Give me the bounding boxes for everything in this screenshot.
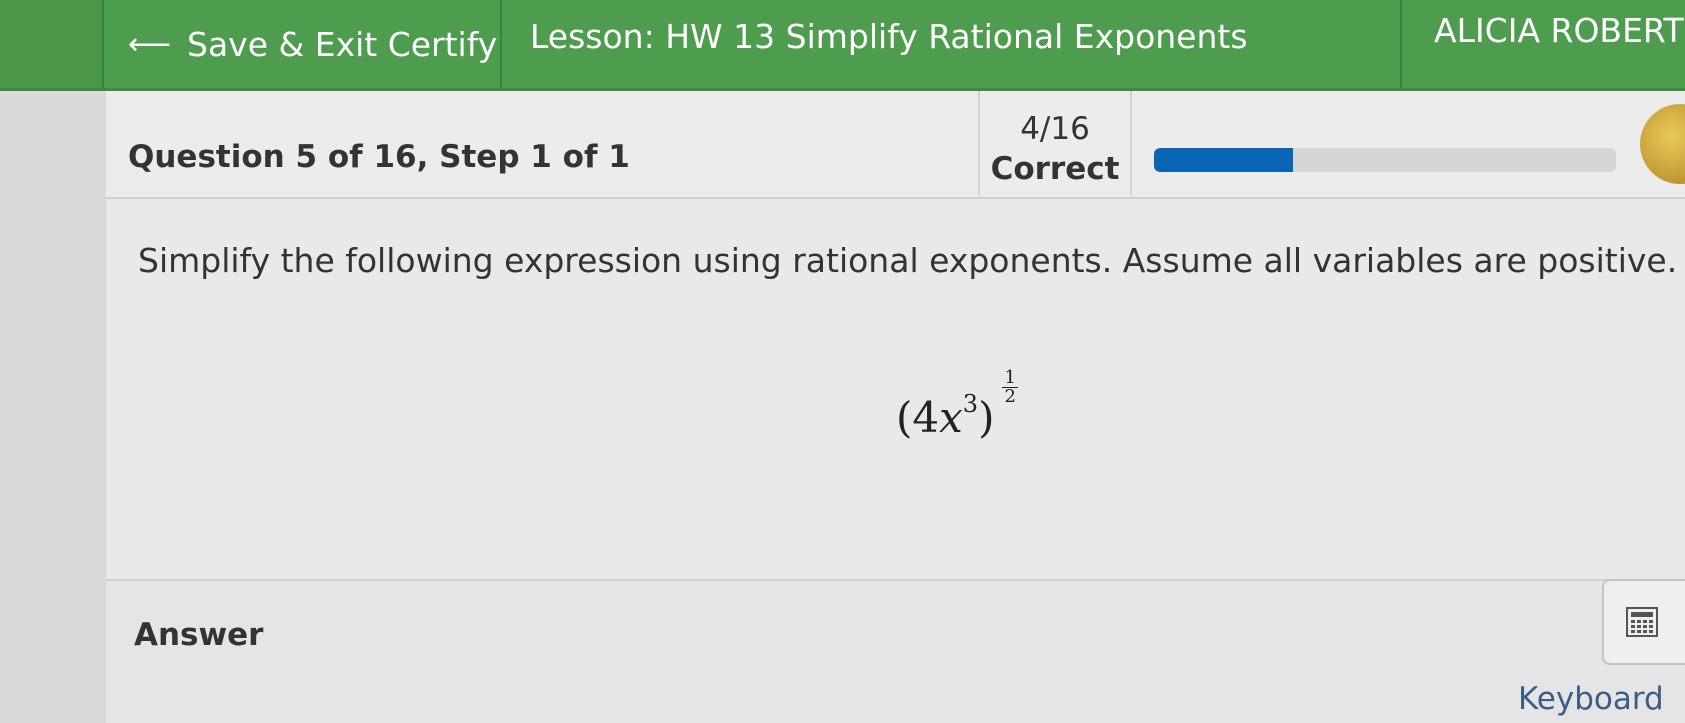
math-expression: (4x3) 1 2: [896, 369, 1018, 442]
calculator-icon: [1626, 607, 1658, 637]
question-body: Simplify the following expression using …: [106, 199, 1685, 581]
expr-inner-exponent: 3: [962, 390, 979, 418]
nav-left-edge: [0, 0, 104, 88]
question-prompt: Simplify the following expression using …: [138, 241, 1678, 280]
expr-variable: x: [939, 393, 963, 442]
answer-area: Answer Keyboard: [106, 579, 1685, 723]
top-nav-bar: ⟵ Save & Exit Certify Lesson: HW 13 Simp…: [0, 0, 1685, 91]
progress-bar-fill: [1154, 148, 1293, 172]
progress-bar: [1154, 148, 1616, 172]
save-exit-label: Save & Exit Certify: [187, 24, 498, 64]
question-header: Question 5 of 16, Step 1 of 1 4/16 Corre…: [106, 91, 1685, 199]
expr-close: ): [978, 393, 995, 442]
score-label: Correct: [990, 151, 1120, 187]
expr-open: (4: [896, 393, 940, 442]
score-box: 4/16 Correct: [978, 91, 1132, 195]
keyboard-button[interactable]: [1602, 579, 1685, 665]
user-name[interactable]: ALICIA ROBERT: [1434, 0, 1685, 74]
question-title: Question 5 of 16, Step 1 of 1: [128, 139, 630, 175]
exponent-denominator: 2: [1004, 386, 1016, 407]
answer-label: Answer: [134, 617, 264, 653]
save-exit-button[interactable]: ⟵ Save & Exit Certify: [102, 0, 502, 88]
lesson-title: Lesson: HW 13 Simplify Rational Exponent…: [530, 16, 1248, 56]
keyboard-label[interactable]: Keyboard: [1518, 681, 1664, 717]
expr-outer-exponent: 12: [1002, 369, 1018, 407]
score-fraction: 4/16: [1020, 111, 1090, 147]
back-arrow-icon: ⟵: [128, 26, 172, 62]
nav-divider: [1400, 0, 1402, 88]
left-gutter: [0, 91, 107, 723]
